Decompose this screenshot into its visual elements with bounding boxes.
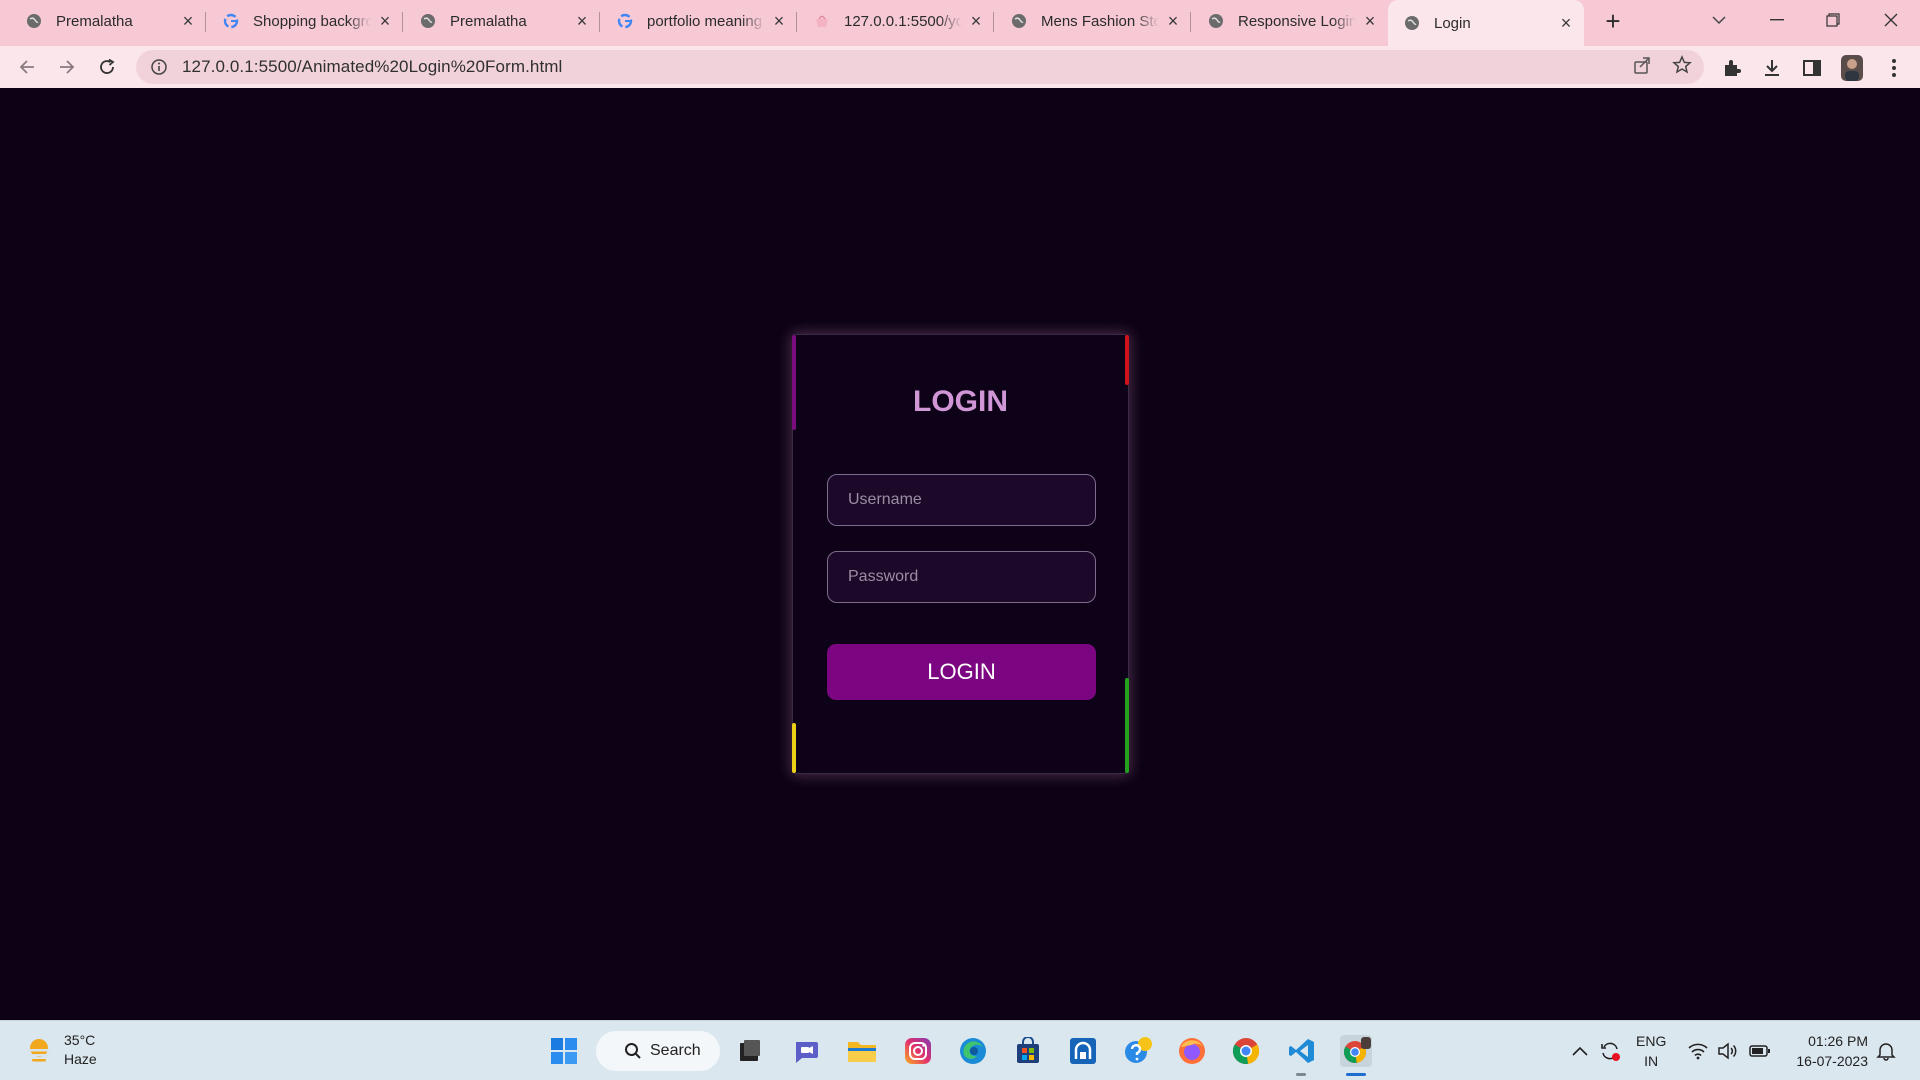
taskbar-search[interactable]: Search (596, 1031, 720, 1071)
globe-icon (1208, 13, 1224, 29)
url-text: 127.0.0.1:5500/Animated%20Login%20Form.h… (182, 57, 563, 76)
tab-premalatha-2[interactable]: Premalatha × (404, 0, 600, 42)
window-close-icon[interactable] (1866, 0, 1916, 40)
volume-icon[interactable] (1716, 1039, 1740, 1063)
get-help-icon[interactable] (1120, 1033, 1156, 1069)
weather-condition: Haze (64, 1051, 97, 1067)
tab-title: Shopping background (253, 12, 371, 30)
page-viewport: LOGIN LOGIN (0, 88, 1920, 1020)
tab-title: 127.0.0.1:5500/your (844, 12, 962, 30)
username-input[interactable] (827, 474, 1096, 526)
forward-icon[interactable] (52, 52, 82, 82)
browser-toolbar: 127.0.0.1:5500/Animated%20Login%20Form.h… (0, 46, 1920, 88)
search-icon (625, 1043, 641, 1059)
tab-title: Premalatha (450, 12, 527, 30)
extensions-icon[interactable] (1720, 56, 1744, 80)
vscode-icon[interactable] (1284, 1033, 1320, 1069)
close-icon[interactable]: × (377, 11, 393, 31)
tab-mens-fashion[interactable]: Mens Fashion Store × (995, 0, 1191, 42)
new-tab-button[interactable]: + (1598, 6, 1628, 36)
battery-icon[interactable] (1748, 1039, 1772, 1063)
running-indicator (1296, 1073, 1306, 1076)
app-launcher-icon[interactable] (1065, 1033, 1101, 1069)
menu-kebab-icon[interactable] (1882, 56, 1906, 80)
animated-edge-bottom-right (1125, 678, 1129, 773)
tab-local-page[interactable]: 127.0.0.1:5500/your × (798, 0, 994, 42)
back-icon[interactable] (12, 52, 42, 82)
notification-bell-icon[interactable] (1874, 1039, 1898, 1063)
teams-chat-icon[interactable] (788, 1033, 824, 1069)
tab-shopping-background[interactable]: Shopping background × (207, 0, 403, 42)
tab-portfolio-meaning[interactable]: portfolio meaning × (601, 0, 797, 42)
animated-edge-bottom-left (792, 723, 796, 773)
chrome-profile-icon[interactable] (1338, 1033, 1374, 1069)
windows-taskbar: 35°C Haze Search ENG IN 01:26 PM 16-07-2… (0, 1020, 1920, 1080)
minimize-icon[interactable] (1752, 0, 1802, 40)
close-icon[interactable]: × (968, 11, 984, 31)
tab-login-active[interactable]: Login × (1388, 0, 1584, 46)
basket-icon (814, 13, 830, 29)
globe-icon (420, 13, 436, 29)
microsoft-store-icon[interactable] (1010, 1033, 1046, 1069)
login-heading: LOGIN (913, 385, 1008, 418)
language-indicator[interactable]: ENG IN (1636, 1031, 1666, 1071)
restore-icon[interactable] (1808, 0, 1858, 40)
wifi-icon[interactable] (1686, 1039, 1710, 1063)
task-view-icon[interactable] (732, 1033, 768, 1069)
tab-title: Responsive Login (1238, 12, 1356, 30)
active-app-indicator (1346, 1073, 1366, 1076)
weather-widget[interactable]: 35°C Haze (24, 1031, 97, 1069)
google-icon (223, 13, 239, 29)
login-card: LOGIN LOGIN (792, 334, 1129, 774)
close-icon[interactable]: × (771, 11, 787, 31)
close-icon[interactable]: × (180, 11, 196, 31)
globe-icon (1011, 13, 1027, 29)
address-bar[interactable]: 127.0.0.1:5500/Animated%20Login%20Form.h… (136, 50, 1704, 84)
search-label: Search (650, 1042, 701, 1059)
google-icon (617, 13, 633, 29)
close-icon[interactable]: × (1558, 13, 1574, 33)
tab-title: portfolio meaning (647, 12, 763, 30)
close-icon[interactable]: × (574, 11, 590, 31)
chrome-icon[interactable] (1228, 1033, 1264, 1069)
bookmark-star-icon[interactable] (1671, 54, 1693, 76)
password-input[interactable] (827, 551, 1096, 603)
share-icon[interactable] (1631, 54, 1653, 76)
file-explorer-icon[interactable] (844, 1033, 880, 1069)
profile-avatar-icon[interactable] (1840, 55, 1864, 81)
tab-premalatha-1[interactable]: Premalatha × (10, 0, 206, 42)
info-icon[interactable] (150, 58, 168, 76)
windows-start-icon[interactable] (546, 1033, 582, 1069)
reload-icon[interactable] (92, 52, 122, 82)
tab-title: Login (1434, 14, 1471, 32)
tab-title: Premalatha (56, 12, 133, 30)
close-icon[interactable]: × (1362, 11, 1378, 31)
system-clock[interactable]: 01:26 PM 16-07-2023 (1790, 1031, 1868, 1071)
animated-edge-top-right (1125, 335, 1129, 385)
download-icon[interactable] (1760, 56, 1784, 80)
login-button[interactable]: LOGIN (827, 644, 1096, 700)
tab-strip: Premalatha × Shopping background × Prema… (0, 0, 1920, 46)
globe-icon (26, 13, 42, 29)
tab-title: Mens Fashion Store (1041, 12, 1159, 30)
sync-icon[interactable] (1598, 1039, 1622, 1063)
edge-browser-icon[interactable] (955, 1033, 991, 1069)
chevron-up-icon[interactable] (1568, 1039, 1592, 1063)
side-panel-icon[interactable] (1800, 56, 1824, 80)
tab-responsive-login[interactable]: Responsive Login × (1192, 0, 1388, 42)
close-icon[interactable]: × (1165, 11, 1181, 31)
firefox-icon[interactable] (1174, 1033, 1210, 1069)
globe-icon (1404, 15, 1420, 31)
haze-sun-icon (24, 1035, 54, 1065)
instagram-icon[interactable] (900, 1033, 936, 1069)
tab-search-icon[interactable] (1694, 0, 1744, 40)
weather-temperature: 35°C (64, 1032, 96, 1048)
